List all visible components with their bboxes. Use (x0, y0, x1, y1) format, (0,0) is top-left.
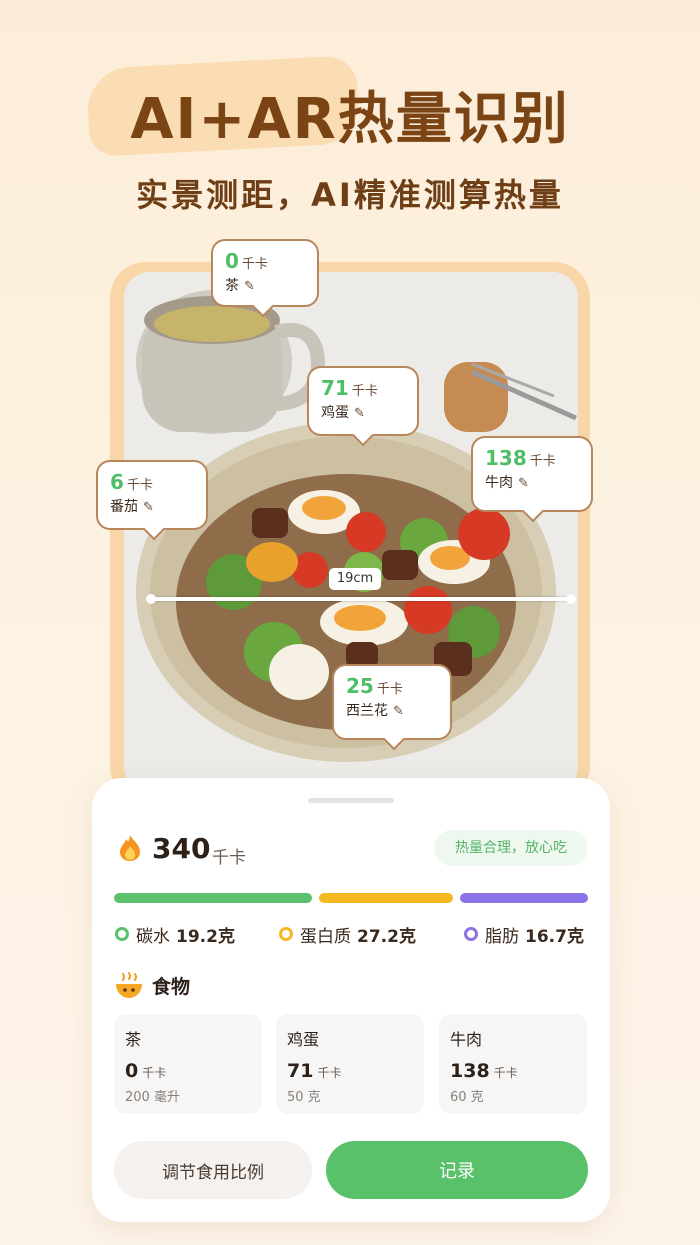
food-unit: 千卡 (142, 1066, 167, 1080)
bubble-unit: 千卡 (376, 682, 403, 697)
food-unit: 千卡 (317, 1066, 342, 1080)
bubble-food-name: 牛肉 (485, 475, 513, 491)
food-tile-beef[interactable]: 牛肉 138 千卡 60 克 (439, 1014, 587, 1114)
total-kcal: 340 (152, 832, 211, 865)
macro-value: 27.2克 (357, 926, 416, 947)
record-button[interactable]: 记录 (326, 1141, 588, 1199)
carb-dot-icon (115, 927, 129, 941)
bubble-food-name: 茶 (225, 278, 239, 294)
food-tile-tea[interactable]: 茶 0 千卡 200 毫升 (114, 1014, 262, 1114)
macro-protein: 蛋白质 27.2克 (279, 922, 416, 947)
pencil-icon[interactable]: ✎ (354, 406, 365, 421)
macro-label: 脂肪 (485, 926, 519, 947)
food-amount: 60 克 (450, 1090, 484, 1105)
macro-label: 碳水 (136, 926, 170, 947)
carb-bar (114, 893, 312, 903)
bubble-tea[interactable]: .b-tea::after{left:44px;} 0千卡 茶✎ (211, 239, 319, 307)
page-subtitle: 实景测距，AI精准测算热量 (136, 176, 564, 214)
status-badge: 热量合理，放心吃 (434, 830, 588, 866)
bubble-unit: 千卡 (351, 384, 378, 399)
bubble-food-name: 鸡蛋 (321, 405, 349, 421)
bubble-food-name: 番茄 (110, 499, 138, 515)
protein-bar (319, 893, 453, 903)
food-name: 茶 (125, 1030, 142, 1049)
macro-value: 16.7克 (525, 926, 584, 947)
bubble-unit: 千卡 (126, 478, 153, 493)
bubble-kcal: 6 (110, 470, 124, 494)
total-unit: 千卡 (212, 848, 246, 868)
food-kcal: 0 (125, 1060, 139, 1082)
pencil-icon[interactable]: ✎ (244, 279, 255, 294)
drag-handle[interactable] (308, 798, 394, 803)
macro-label: 蛋白质 (300, 926, 351, 947)
food-amount: 200 毫升 (125, 1090, 180, 1105)
bubble-kcal: 71 (321, 376, 349, 400)
bubble-broccoli[interactable]: 25 千卡 西兰花 ✎ (332, 664, 452, 740)
food-name: 牛肉 (450, 1030, 483, 1049)
food-unit: 千卡 (493, 1066, 518, 1080)
food-name: 鸡蛋 (287, 1030, 320, 1049)
pencil-icon[interactable]: ✎ (143, 500, 154, 515)
fat-dot-icon (464, 927, 478, 941)
distance-label: 19cm (329, 568, 381, 590)
page-title: AI+AR热量识别 (130, 87, 570, 152)
macro-carb: 碳水 19.2克 (115, 922, 235, 947)
bubble-food-name: 西兰花 (346, 703, 388, 719)
pencil-icon[interactable]: ✎ (393, 704, 404, 719)
pencil-icon[interactable]: ✎ (518, 476, 529, 491)
food-section-title: 食物 (152, 976, 191, 998)
bubble-egg[interactable]: 71 千卡 鸡蛋 ✎ (307, 366, 419, 436)
adjust-portion-button[interactable]: 调节食用比例 (114, 1141, 312, 1199)
bubble-kcal: 138 (485, 446, 527, 470)
macro-value: 19.2克 (176, 926, 235, 947)
food-kcal: 138 (450, 1060, 490, 1082)
bubble-beef[interactable]: 138 千卡 牛肉 ✎ (471, 436, 593, 512)
macro-fat: 脂肪 16.7克 (464, 922, 584, 947)
food-bowl-icon (116, 972, 142, 998)
food-amount: 50 克 (287, 1090, 321, 1105)
fat-bar (460, 893, 588, 903)
distance-measure-line (146, 594, 576, 604)
food-tile-egg[interactable]: 鸡蛋 71 千卡 50 克 (276, 1014, 424, 1114)
bubble-kcal: 25 (346, 674, 374, 698)
bubble-unit: 千卡 (529, 454, 556, 469)
bubble-unit: 千卡 (241, 257, 268, 272)
bubble-tomato[interactable]: 6 千卡 番茄 ✎ (96, 460, 208, 530)
flame-icon (120, 835, 140, 861)
food-kcal: 71 (287, 1060, 314, 1082)
protein-dot-icon (279, 927, 293, 941)
bubble-kcal: 0 (225, 249, 239, 273)
